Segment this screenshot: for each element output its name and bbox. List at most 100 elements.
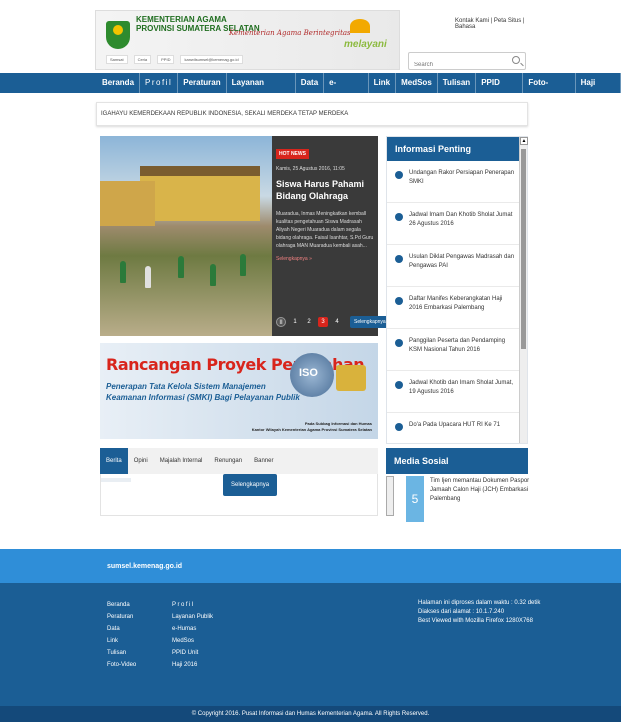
footer-info-line: Halaman ini diproses dalam waktu : 0.32 … — [418, 600, 541, 606]
pause-button[interactable]: II — [276, 317, 286, 327]
footer-link-layanan-publik[interactable]: Layanan Publik — [172, 611, 213, 623]
list-item[interactable]: Daftar Manifes Keberangkatan Haji 2016 E… — [387, 287, 519, 329]
nav-e-humas[interactable]: e-Humas — [324, 73, 369, 107]
sun-icon — [350, 19, 370, 33]
slide-body: Muaradua, Inmas Meningkatkan kemball kua… — [276, 211, 374, 249]
ticker-text[interactable]: IGAHAYU KEMERDEKAAN REPUBLIK INDONESIA, … — [101, 111, 348, 117]
footer-site-name[interactable]: sumsel.kemenag.go.id — [107, 563, 182, 570]
footer-link-foto-video[interactable]: Foto-Video — [107, 659, 136, 671]
org-line1: KEMENTERIAN AGAMA — [136, 15, 227, 24]
tab-bar: Berita Opini Majalah Internal Renungan B… — [100, 448, 378, 474]
search-input[interactable] — [409, 57, 499, 73]
footer-info-line: Best Viewed with Mozilla Firefox 1280X76… — [418, 618, 533, 624]
footer-links-col2: Profil Layanan Publik e-Humas MedSos PPI… — [172, 599, 213, 671]
nav-beranda[interactable]: Beranda — [97, 73, 141, 93]
list-item[interactable]: Jadwal Khotib dan Imam Sholat Jumat, 19 … — [387, 371, 519, 413]
sublink-email[interactable]: kanwilsumsel@kemenag.go.id — [180, 55, 243, 64]
nav-link[interactable]: Link — [369, 73, 397, 93]
footer-link-peraturan[interactable]: Peraturan — [107, 611, 136, 623]
hot-news-badge: HOT NEWS — [276, 149, 309, 159]
tab-banner[interactable]: Banner — [248, 448, 279, 474]
nav-ppid-unit[interactable]: PPID Unit — [476, 73, 524, 107]
site-header: KEMENTERIAN AGAMA PROVINSI SUMATERA SELA… — [95, 10, 533, 73]
nav-foto-video[interactable]: Foto-Video — [523, 73, 576, 107]
slide-page-4[interactable]: 4 — [332, 317, 342, 327]
nav-data[interactable]: Data — [296, 73, 325, 93]
slide-more-link[interactable]: Selengkapnya » — [276, 256, 374, 262]
rpp-footer: Pada Subbag Informasi dan Humas Kantor W… — [252, 421, 372, 433]
slide-title[interactable]: Siswa Harus Pahami Bidang Olahraga — [276, 178, 374, 202]
nav-tulisan[interactable]: Tulisan — [438, 73, 477, 93]
media-sosial-panel: Media Sosial 5 Tim Ijen memantau Dokumen… — [386, 448, 544, 524]
melayani-text: melayani — [344, 39, 387, 50]
footer-link-beranda[interactable]: Beranda — [107, 599, 136, 611]
search-icon[interactable] — [512, 56, 520, 64]
slider-pager: II 1 2 3 4 Selengkapnya — [276, 316, 390, 328]
nav-medsos[interactable]: MedSos — [396, 73, 438, 93]
nav-peraturan[interactable]: Peraturan — [178, 73, 227, 93]
footer-link-ppid-unit[interactable]: PPID Unit — [172, 647, 213, 659]
site-footer: sumsel.kemenag.go.id Beranda Peraturan D… — [0, 549, 621, 722]
footer-link-haji-2016[interactable]: Haji 2016 — [172, 659, 213, 671]
school-building-side — [100, 181, 155, 226]
top-links[interactable]: Kontak Kami | Peta Situs | Bahasa — [455, 18, 533, 30]
footer-info: Halaman ini diproses dalam waktu : 0.32 … — [418, 599, 540, 626]
footer-links-col1: Beranda Peraturan Data Link Tulisan Foto… — [107, 599, 136, 671]
main-nav: Beranda Profil Peraturan Layanan Publik … — [0, 73, 621, 107]
slide-page-1[interactable]: 1 — [290, 317, 300, 327]
header-banner[interactable]: KEMENTERIAN AGAMA PROVINSI SUMATERA SELA… — [95, 10, 400, 70]
list-item[interactable]: Panggilan Peserta dan Pendamping KSM Nas… — [387, 329, 519, 371]
slider-more-button[interactable]: Selengkapnya — [350, 316, 390, 328]
media-scrollbar-left[interactable] — [386, 476, 394, 516]
student-figure — [210, 264, 216, 286]
nav-profil[interactable]: Profil — [140, 73, 179, 93]
slide-page-3[interactable]: 3 — [318, 317, 328, 327]
footer-link-e-humas[interactable]: e-Humas — [172, 623, 213, 635]
footer-link-profil[interactable]: Profil — [172, 599, 213, 611]
sublink-samsat[interactable]: Samsat — [106, 55, 128, 64]
slide-photo[interactable] — [100, 136, 272, 336]
student-figure — [145, 266, 151, 288]
list-item[interactable]: Usulan Diklat Pengawas Madrasah dan Peng… — [387, 245, 519, 287]
media-item-text: Tim Ijen memantau Dokumen Paspor Jamaah … — [430, 478, 530, 502]
sublink-ceria[interactable]: Ceria — [133, 55, 152, 64]
footer-link-medsos[interactable]: MedSos — [172, 635, 213, 647]
list-item[interactable]: Do'a Pada Upacara HUT RI Ke 71 — [387, 413, 519, 435]
footer-link-link[interactable]: Link — [107, 635, 136, 647]
rpp-subtitle: Penerapan Tata Kelola Sistem Manajemen K… — [106, 382, 300, 402]
rpp-footer-line2: Kantor Wilayah Kementerian Agama Provins… — [251, 427, 372, 432]
footer-info-line: Diakses dari alamat : 10.1.7.240 — [418, 609, 505, 615]
tab-majalah-internal[interactable]: Majalah Internal — [154, 448, 209, 474]
search-box — [408, 52, 526, 73]
footer-link-data[interactable]: Data — [107, 623, 136, 635]
tab-berita[interactable]: Berita — [100, 448, 128, 474]
footer-link-tulisan[interactable]: Tulisan — [107, 647, 136, 659]
nav-haji-2016[interactable]: Haji 2016 — [576, 73, 621, 107]
media-item-number: 5 — [406, 476, 424, 522]
list-item[interactable]: Undangan Rakor Persiapan Penerapan SMKI — [387, 161, 519, 203]
list-item[interactable]: Jadwal Imam Dan Khotib Sholat Jumat 26 A… — [387, 203, 519, 245]
sublink-ppid[interactable]: PPID — [157, 55, 175, 64]
tab-renungan[interactable]: Renungan — [208, 448, 248, 474]
slide-date: Kamis, 25 Agustus 2016, 11:05 — [276, 166, 345, 172]
info-penting-panel: Informasi Penting Undangan Rakor Persiap… — [386, 136, 528, 444]
info-scrollbar[interactable]: ▲ — [519, 137, 528, 443]
news-slider: HOT NEWS Kamis, 25 Agustus 2016, 11:05 S… — [100, 136, 390, 336]
scroll-thumb[interactable] — [521, 149, 526, 349]
student-figure — [120, 261, 126, 283]
rpp-banner[interactable]: Rancangan Proyek Perubahan Penerapan Tat… — [100, 343, 378, 439]
tab-more-button[interactable]: Selengkapnya — [223, 474, 278, 496]
news-ticker: IGAHAYU KEMERDEKAAN REPUBLIK INDONESIA, … — [96, 102, 528, 126]
footer-top-bar — [0, 549, 621, 583]
media-item[interactable]: 5 Tim Ijen memantau Dokumen Paspor Jamaa… — [404, 476, 544, 522]
iso-text: ISO — [299, 367, 318, 379]
info-penting-title: Informasi Penting — [387, 137, 527, 161]
slide-text: HOT NEWS Kamis, 25 Agustus 2016, 11:05 S… — [276, 142, 374, 262]
nav-layanan-publik[interactable]: Layanan Publik — [227, 73, 296, 107]
scroll-up-icon[interactable]: ▲ — [520, 137, 528, 145]
copyright: © Copyright 2016. Pusat Informasi dan Hu… — [0, 706, 621, 722]
tab-opini[interactable]: Opini — [128, 448, 154, 474]
tagline: Kementerian Agama Berintegritas — [229, 29, 351, 37]
kemenag-logo-icon — [106, 21, 130, 49]
slide-page-2[interactable]: 2 — [304, 317, 314, 327]
